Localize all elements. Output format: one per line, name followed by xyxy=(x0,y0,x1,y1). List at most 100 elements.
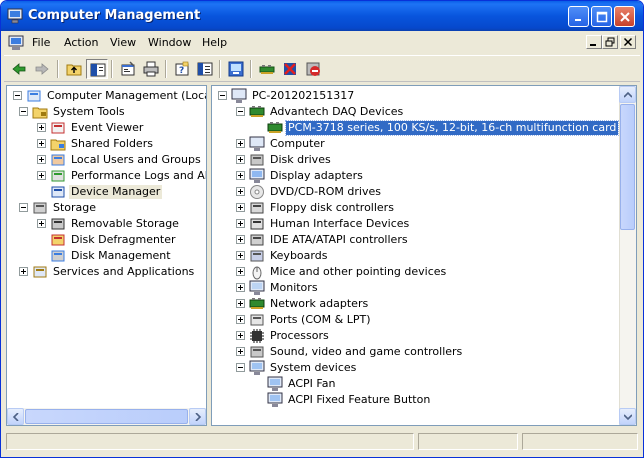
menu-window[interactable]: Window xyxy=(148,36,191,49)
tree-item-label[interactable]: PC-201202151317 xyxy=(250,89,356,103)
show-hide-tree-icon xyxy=(90,63,106,77)
expand-toggle[interactable] xyxy=(236,283,245,292)
expand-toggle[interactable] xyxy=(236,187,245,196)
up-one-level-button[interactable] xyxy=(63,59,85,79)
tree-item-label[interactable]: Display adapters xyxy=(268,169,365,183)
scroll-thumb[interactable] xyxy=(620,104,635,230)
tree-item-label[interactable]: Human Interface Devices xyxy=(268,217,411,231)
show-hide-console-tree-button[interactable] xyxy=(86,59,108,79)
close-icon xyxy=(623,37,633,47)
expand-toggle[interactable] xyxy=(37,171,46,180)
tree-item-label[interactable]: Floppy disk controllers xyxy=(268,201,396,215)
tree-item-label[interactable]: Services and Applications xyxy=(51,265,196,279)
collapse-toggle[interactable] xyxy=(13,91,22,100)
close-button[interactable] xyxy=(614,6,635,27)
port-icon xyxy=(250,314,264,326)
sound-icon xyxy=(250,346,264,358)
expand-toggle[interactable] xyxy=(236,315,245,324)
tree-item-label[interactable]: ACPI Fixed Feature Button xyxy=(286,393,432,407)
tree-item-label[interactable]: Removable Storage xyxy=(69,217,181,231)
console-tree-pane[interactable]: Computer Management (Local) System Tools E… xyxy=(6,85,207,426)
forward-button[interactable] xyxy=(31,59,53,79)
properties-button[interactable] xyxy=(117,59,139,79)
tree-item-label[interactable]: Sound, video and game controllers xyxy=(268,345,464,359)
child-close-button[interactable] xyxy=(620,35,636,49)
expand-toggle[interactable] xyxy=(37,123,46,132)
computer-icon xyxy=(249,136,265,151)
vertical-scrollbar[interactable] xyxy=(619,86,636,425)
disable-device-button[interactable] xyxy=(279,59,301,79)
collapse-toggle[interactable] xyxy=(19,107,28,116)
title-bar[interactable]: Computer Management xyxy=(1,1,643,31)
collapse-toggle[interactable] xyxy=(236,363,245,372)
tree-item-label[interactable]: Mice and other pointing devices xyxy=(268,265,448,279)
tree-item-label[interactable]: Computer Management (Local) xyxy=(45,89,206,103)
tree-item-label[interactable]: PCM-3718 series, 100 KS/s, 12-bit, 16-ch… xyxy=(284,120,620,136)
tree-item-label[interactable]: Ports (COM & LPT) xyxy=(268,313,373,327)
help-button[interactable]: ? xyxy=(171,59,193,79)
tree-item-label[interactable]: Network adapters xyxy=(268,297,370,311)
collapse-toggle[interactable] xyxy=(19,203,28,212)
tree-item-label[interactable]: Monitors xyxy=(268,281,320,295)
tree-item-label[interactable]: Keyboards xyxy=(268,249,329,263)
collapse-toggle[interactable] xyxy=(236,107,245,116)
tree-item-label[interactable]: Computer xyxy=(268,137,327,151)
expand-toggle[interactable] xyxy=(236,267,245,276)
back-button[interactable] xyxy=(8,59,30,79)
menu-view[interactable]: View xyxy=(110,36,136,49)
menu-file[interactable]: File xyxy=(32,36,50,49)
export-list-button[interactable] xyxy=(194,59,216,79)
tree-item-label[interactable]: Processors xyxy=(268,329,331,343)
expand-toggle[interactable] xyxy=(19,267,28,276)
expand-toggle[interactable] xyxy=(236,155,245,164)
tree-item-label[interactable]: System Tools xyxy=(51,105,127,119)
menu-action[interactable]: Action xyxy=(64,36,98,49)
expand-toggle[interactable] xyxy=(236,347,245,356)
tree-item-label[interactable]: System devices xyxy=(268,361,358,375)
menu-help[interactable]: Help xyxy=(202,36,227,49)
expand-toggle[interactable] xyxy=(236,203,245,212)
child-restore-button[interactable] xyxy=(602,35,618,49)
expand-toggle[interactable] xyxy=(236,235,245,244)
expand-toggle[interactable] xyxy=(236,331,245,340)
child-minimize-button[interactable] xyxy=(586,35,602,49)
tree-item-label[interactable]: Local Users and Groups xyxy=(69,153,203,167)
tree-item-label[interactable]: DVD/CD-ROM drives xyxy=(268,185,383,199)
expand-toggle[interactable] xyxy=(37,139,46,148)
scroll-right-button[interactable] xyxy=(189,408,206,425)
tree-item-label[interactable]: IDE ATA/ATAPI controllers xyxy=(268,233,410,247)
tree-item-label[interactable]: Event Viewer xyxy=(69,121,145,135)
scan-hardware-button[interactable] xyxy=(225,59,247,79)
scroll-up-button[interactable] xyxy=(619,86,636,103)
tree-item-label[interactable]: Device Manager xyxy=(69,185,163,199)
expand-toggle[interactable] xyxy=(236,171,245,180)
expand-toggle[interactable] xyxy=(37,219,46,228)
maximize-button[interactable] xyxy=(591,6,612,27)
collapse-toggle[interactable] xyxy=(218,91,227,100)
tree-item-label[interactable]: Storage xyxy=(51,201,98,215)
expand-toggle[interactable] xyxy=(236,139,245,148)
minimize-button[interactable] xyxy=(568,6,589,27)
expand-toggle[interactable] xyxy=(236,219,245,228)
print-button[interactable] xyxy=(140,59,162,79)
tree-item-label[interactable]: ACPI Fan xyxy=(286,377,337,391)
tree-item-label[interactable]: Shared Folders xyxy=(69,137,155,151)
tree-item-label[interactable]: Advantech DAQ Devices xyxy=(268,105,405,119)
tree-item-label[interactable]: Disk Defragmenter xyxy=(69,233,178,247)
tree-item-label[interactable]: Disk Management xyxy=(69,249,173,263)
system-menu-icon[interactable] xyxy=(8,35,24,51)
expand-toggle[interactable] xyxy=(236,251,245,260)
expand-toggle[interactable] xyxy=(236,299,245,308)
expand-toggle[interactable] xyxy=(37,155,46,164)
update-driver-button[interactable] xyxy=(256,59,278,79)
scroll-down-button[interactable] xyxy=(619,408,636,425)
storage-icon xyxy=(33,202,47,214)
device-tree-pane[interactable]: PC-201202151317 Advantech DAQ Devices PCM-… xyxy=(211,85,637,426)
horizontal-scrollbar[interactable] xyxy=(7,408,206,425)
arrow-right-icon xyxy=(195,413,202,421)
scroll-thumb[interactable] xyxy=(25,409,188,424)
uninstall-device-button[interactable] xyxy=(302,59,324,79)
tree-item-label[interactable]: Disk drives xyxy=(268,153,333,167)
tree-item-label[interactable]: Performance Logs and Alerts xyxy=(69,169,206,183)
scroll-left-button[interactable] xyxy=(7,408,24,425)
